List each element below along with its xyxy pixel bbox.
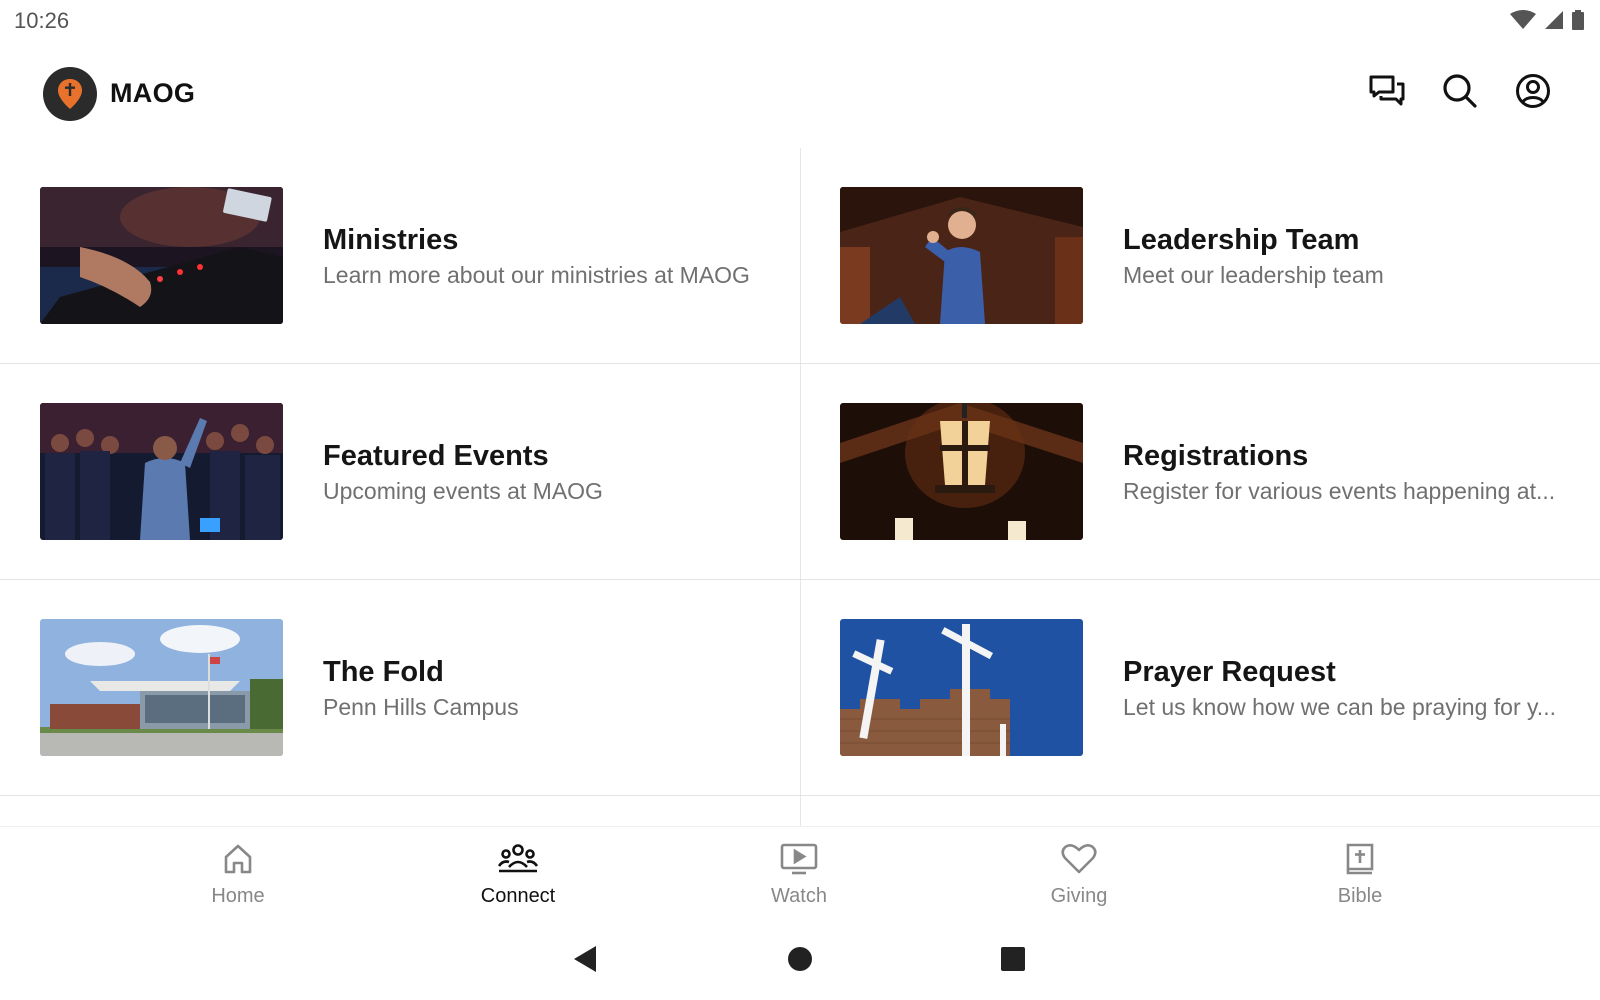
home-nav-button[interactable] xyxy=(787,944,813,979)
home-icon xyxy=(224,844,252,874)
system-nav-bar xyxy=(0,930,1600,1000)
recents-button[interactable] xyxy=(1000,944,1026,979)
church-lantern-photo xyxy=(840,403,1083,540)
card-subtitle: Register for various events happening at… xyxy=(1123,478,1556,504)
home-circle-icon xyxy=(788,947,812,971)
nav-label: Watch xyxy=(771,885,827,907)
app-title: MAOG xyxy=(110,78,196,108)
card-featured-events[interactable]: Featured Events Upcoming events at MAOG xyxy=(0,364,800,580)
content-grid: Ministries Learn more about our ministri… xyxy=(0,148,1600,826)
card-subtitle: Let us know how we can be praying for y.… xyxy=(1123,694,1556,720)
card-subtitle: Penn Hills Campus xyxy=(323,694,519,720)
chat-button[interactable] xyxy=(1368,72,1406,110)
status-time: 10:26 xyxy=(14,8,70,33)
nav-connect[interactable]: Connect xyxy=(438,841,598,908)
back-button[interactable] xyxy=(572,944,598,979)
nav-label: Bible xyxy=(1337,885,1383,907)
card-subtitle: Upcoming events at MAOG xyxy=(323,478,603,504)
location-pin-cross-icon xyxy=(58,79,82,109)
crosses-sky-photo xyxy=(840,619,1083,756)
app-actions xyxy=(1368,72,1552,110)
bible-icon xyxy=(1346,843,1374,875)
card-title: Prayer Request xyxy=(1123,656,1336,688)
nav-bible[interactable]: Bible xyxy=(1280,841,1440,908)
account-button[interactable] xyxy=(1514,72,1552,110)
wifi-icon xyxy=(1510,10,1536,29)
keyboard-player-photo xyxy=(40,187,283,324)
campus-building-photo xyxy=(40,619,283,756)
nav-label: Giving xyxy=(1050,885,1108,907)
card-image xyxy=(40,187,283,324)
search-button[interactable] xyxy=(1441,72,1479,110)
card-title: Ministries xyxy=(323,224,459,256)
card-title: The Fold xyxy=(323,656,444,688)
card-subtitle: Learn more about our ministries at MAOG xyxy=(323,262,750,288)
people-group-icon xyxy=(497,844,539,873)
search-icon xyxy=(1443,74,1477,108)
card-image xyxy=(840,619,1083,756)
chat-icon xyxy=(1369,75,1405,106)
card-the-fold[interactable]: The Fold Penn Hills Campus xyxy=(0,580,800,796)
nav-home[interactable]: Home xyxy=(158,841,318,908)
pastor-speaking-photo xyxy=(840,187,1083,324)
heart-icon xyxy=(1061,844,1097,874)
card-title: Leadership Team xyxy=(1123,224,1360,256)
status-bar: 10:26 xyxy=(0,0,1600,42)
tv-play-icon xyxy=(780,843,818,875)
cell-signal-icon xyxy=(1545,11,1563,29)
bottom-nav: Home Connect Watch Giving Bible xyxy=(0,826,1600,923)
card-image xyxy=(40,619,283,756)
nav-watch[interactable]: Watch xyxy=(719,841,879,908)
app-bar: MAOG xyxy=(0,48,1600,140)
card-image xyxy=(840,403,1083,540)
recents-square-icon xyxy=(1001,947,1025,971)
card-registrations[interactable]: Registrations Register for various event… xyxy=(800,364,1600,580)
worship-crowd-photo xyxy=(40,403,283,540)
nav-giving[interactable]: Giving xyxy=(999,841,1159,908)
card-image xyxy=(40,403,283,540)
app-logo[interactable] xyxy=(43,67,97,121)
card-title: Featured Events xyxy=(323,440,549,472)
nav-label: Home xyxy=(211,885,265,907)
nav-label: Connect xyxy=(480,885,556,907)
account-icon xyxy=(1516,74,1550,108)
card-prayer-request[interactable]: Prayer Request Let us know how we can be… xyxy=(800,580,1600,796)
card-subtitle: Meet our leadership team xyxy=(1123,262,1384,288)
back-icon xyxy=(574,946,596,972)
card-leadership-team[interactable]: Leadership Team Meet our leadership team xyxy=(800,148,1600,364)
card-title: Registrations xyxy=(1123,440,1309,472)
battery-icon xyxy=(1572,10,1584,30)
status-icons xyxy=(1510,10,1584,30)
card-image xyxy=(840,187,1083,324)
card-ministries[interactable]: Ministries Learn more about our ministri… xyxy=(0,148,800,364)
